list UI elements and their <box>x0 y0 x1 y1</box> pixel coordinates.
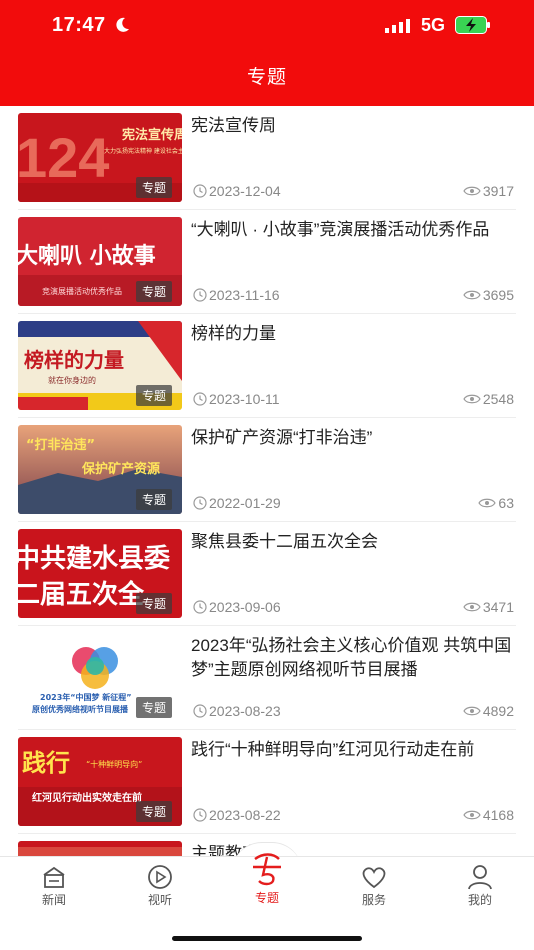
tab-label: 专题 <box>254 891 279 905</box>
eye-icon <box>463 394 481 404</box>
item-title: 聚焦县委十二届五次全会 <box>191 532 378 551</box>
svg-text:“十种鲜明导向”: “十种鲜明导向” <box>86 759 142 769</box>
thumb-text: “打非治违” <box>26 437 95 453</box>
item-views: 4892 <box>463 703 514 719</box>
item-title: 践行“十种鲜明导向”红河见行动走在前 <box>191 740 475 759</box>
thumb-subtext: 红河见行动出实效走在前 <box>32 791 142 804</box>
item-date: 2023-08-22 <box>193 807 281 823</box>
tab-label: 新闻 <box>41 893 66 907</box>
list-item[interactable]: 践行 “十种鲜明导向” 红河见行动出实效走在前 专题 践行“十种鲜明导向”红河见… <box>0 730 534 834</box>
item-views: 4168 <box>463 807 514 823</box>
list-item[interactable]: 榜样的力量 就在你身边的 专题 榜样的力量 2023-10-11 2548 <box>0 314 534 418</box>
thumb-subtext: 就在你身边的 <box>48 375 96 385</box>
clock-icon <box>193 184 207 198</box>
thumbnail-image: 榜样的力量 就在你身边的 专题 <box>18 321 182 410</box>
thumbnail-image: 2023年“中国梦 新征程” 原创优秀网络视听节目展播 专题 <box>18 633 182 722</box>
tag-badge: 专题 <box>135 385 172 406</box>
thumb-text: 大喇叭 小故事 <box>18 243 156 269</box>
thumb-text: 践行 <box>22 749 70 777</box>
tab-label: 服务 <box>361 893 386 907</box>
item-views: 63 <box>478 495 514 511</box>
thumb-subtext: 大力弘扬宪法精神 建设社会主义法治文化 <box>104 147 182 155</box>
play-icon <box>148 865 172 889</box>
thumbnail-image: “打非治违” 保护矿产资源 专题 <box>18 425 182 514</box>
thumbnail-image: 中共建水县委 二届五次全 专题 <box>18 529 182 618</box>
tag-badge: 专题 <box>135 801 172 822</box>
home-indicator <box>172 936 362 941</box>
eye-icon <box>463 810 481 820</box>
tab-news[interactable]: 新闻 <box>24 863 84 908</box>
item-date: 2023-10-11 <box>193 391 280 407</box>
clock-icon <box>193 600 207 614</box>
item-date: 2023-08-23 <box>193 703 281 719</box>
thumb-subtext: 竞演展播活动优秀作品 <box>42 286 122 296</box>
item-date: 2022-01-29 <box>193 495 281 511</box>
page-title: 专题 <box>246 67 287 88</box>
clock-icon <box>193 496 207 510</box>
tag-badge: 专题 <box>135 281 172 302</box>
clock-icon <box>193 288 207 302</box>
tab-mine[interactable]: 我的 <box>450 863 510 908</box>
battery-charging-icon <box>455 16 490 34</box>
eye-icon <box>463 186 481 196</box>
eye-icon <box>463 706 481 716</box>
topic-list[interactable]: 124 宪法宣传周 大力弘扬宪法精神 建设社会主义法治文化 专题 宪法宣传周 2… <box>0 106 534 856</box>
item-title: 宪法宣传周 <box>191 116 276 135</box>
moon-icon <box>116 17 129 32</box>
thumb-text: 中共建水县委 <box>18 544 170 574</box>
item-views: 3917 <box>463 183 514 199</box>
thumbnail-image <box>18 841 182 856</box>
item-views: 3695 <box>463 287 514 303</box>
item-date: 2023-09-06 <box>193 599 281 615</box>
item-title: 2023年“弘扬社会主义核心价值观 共筑中国梦”主题原创网络视听节目展播 <box>191 636 512 679</box>
network-label: 5G <box>421 15 446 35</box>
user-icon <box>468 865 492 890</box>
tab-topics[interactable]: 专题 <box>237 849 297 906</box>
item-views: 2548 <box>463 391 514 407</box>
thumb-text: 榜样的力量 <box>24 348 124 372</box>
eye-icon <box>463 602 481 612</box>
tag-badge: 专题 <box>135 177 172 198</box>
item-date: 2023-12-04 <box>193 183 281 199</box>
list-item[interactable]: 大喇叭 小故事 竞演展播活动优秀作品 专题 “大喇叭 · 小故事”竞演展播活动优… <box>0 210 534 314</box>
topic-icon <box>253 853 281 886</box>
tab-label: 视听 <box>147 893 172 907</box>
list-item[interactable]: 124 宪法宣传周 大力弘扬宪法精神 建设社会主义法治文化 专题 宪法宣传周 2… <box>0 106 534 210</box>
list-item[interactable]: “打非治违” 保护矿产资源 专题 保护矿产资源“打非治违” 2022-01-29… <box>0 418 534 522</box>
tab-services[interactable]: 服务 <box>344 863 404 908</box>
heart-icon <box>362 867 386 889</box>
clock-icon <box>193 704 207 718</box>
thumb-text: 宪法宣传周 <box>122 127 182 143</box>
list-item[interactable]: 中共建水县委 二届五次全 专题 聚焦县委十二届五次全会 2023-09-06 3… <box>0 522 534 626</box>
thumbnail-image: 124 宪法宣传周 大力弘扬宪法精神 建设社会主义法治文化 专题 <box>18 113 182 202</box>
eye-icon <box>463 290 481 300</box>
thumbnail-image: 大喇叭 小故事 竞演展播活动优秀作品 专题 <box>18 217 182 306</box>
thumb-text: 2023年“中国梦 新征程” <box>40 692 132 702</box>
thumb-subtext: 保护矿产资源 <box>81 461 160 477</box>
clock-icon <box>193 392 207 406</box>
item-title: 榜样的力量 <box>191 324 276 343</box>
item-views: 3471 <box>463 599 514 615</box>
status-bar: 17:47 5G <box>0 0 534 50</box>
tag-badge: 专题 <box>135 489 172 510</box>
clock-icon <box>193 808 207 822</box>
news-icon <box>43 866 65 888</box>
tab-audiovisual[interactable]: 视听 <box>130 863 190 908</box>
list-item[interactable]: 2023年“中国梦 新征程” 原创优秀网络视听节目展播 专题 2023年“弘扬社… <box>0 626 534 730</box>
tab-label: 我的 <box>467 893 492 907</box>
thumb-subtext: 二届五次全 <box>18 579 145 610</box>
tag-badge: 专题 <box>135 593 172 614</box>
thumbnail-image: 践行 “十种鲜明导向” 红河见行动出实效走在前 专题 <box>18 737 182 826</box>
signal-icon <box>385 19 410 33</box>
svg-text:124: 124 <box>18 126 109 189</box>
status-time: 17:47 <box>52 14 106 36</box>
tag-badge: 专题 <box>135 697 172 718</box>
thumb-subtext: 原创优秀网络视听节目展播 <box>32 704 129 714</box>
eye-icon <box>478 498 497 508</box>
header-bar: 17:47 5G 专题 <box>0 0 534 106</box>
item-title: 保护矿产资源“打非治违” <box>191 428 373 447</box>
item-date: 2023-11-16 <box>193 287 280 303</box>
item-title: “大喇叭 · 小故事”竞演展播活动优秀作品 <box>191 220 490 239</box>
